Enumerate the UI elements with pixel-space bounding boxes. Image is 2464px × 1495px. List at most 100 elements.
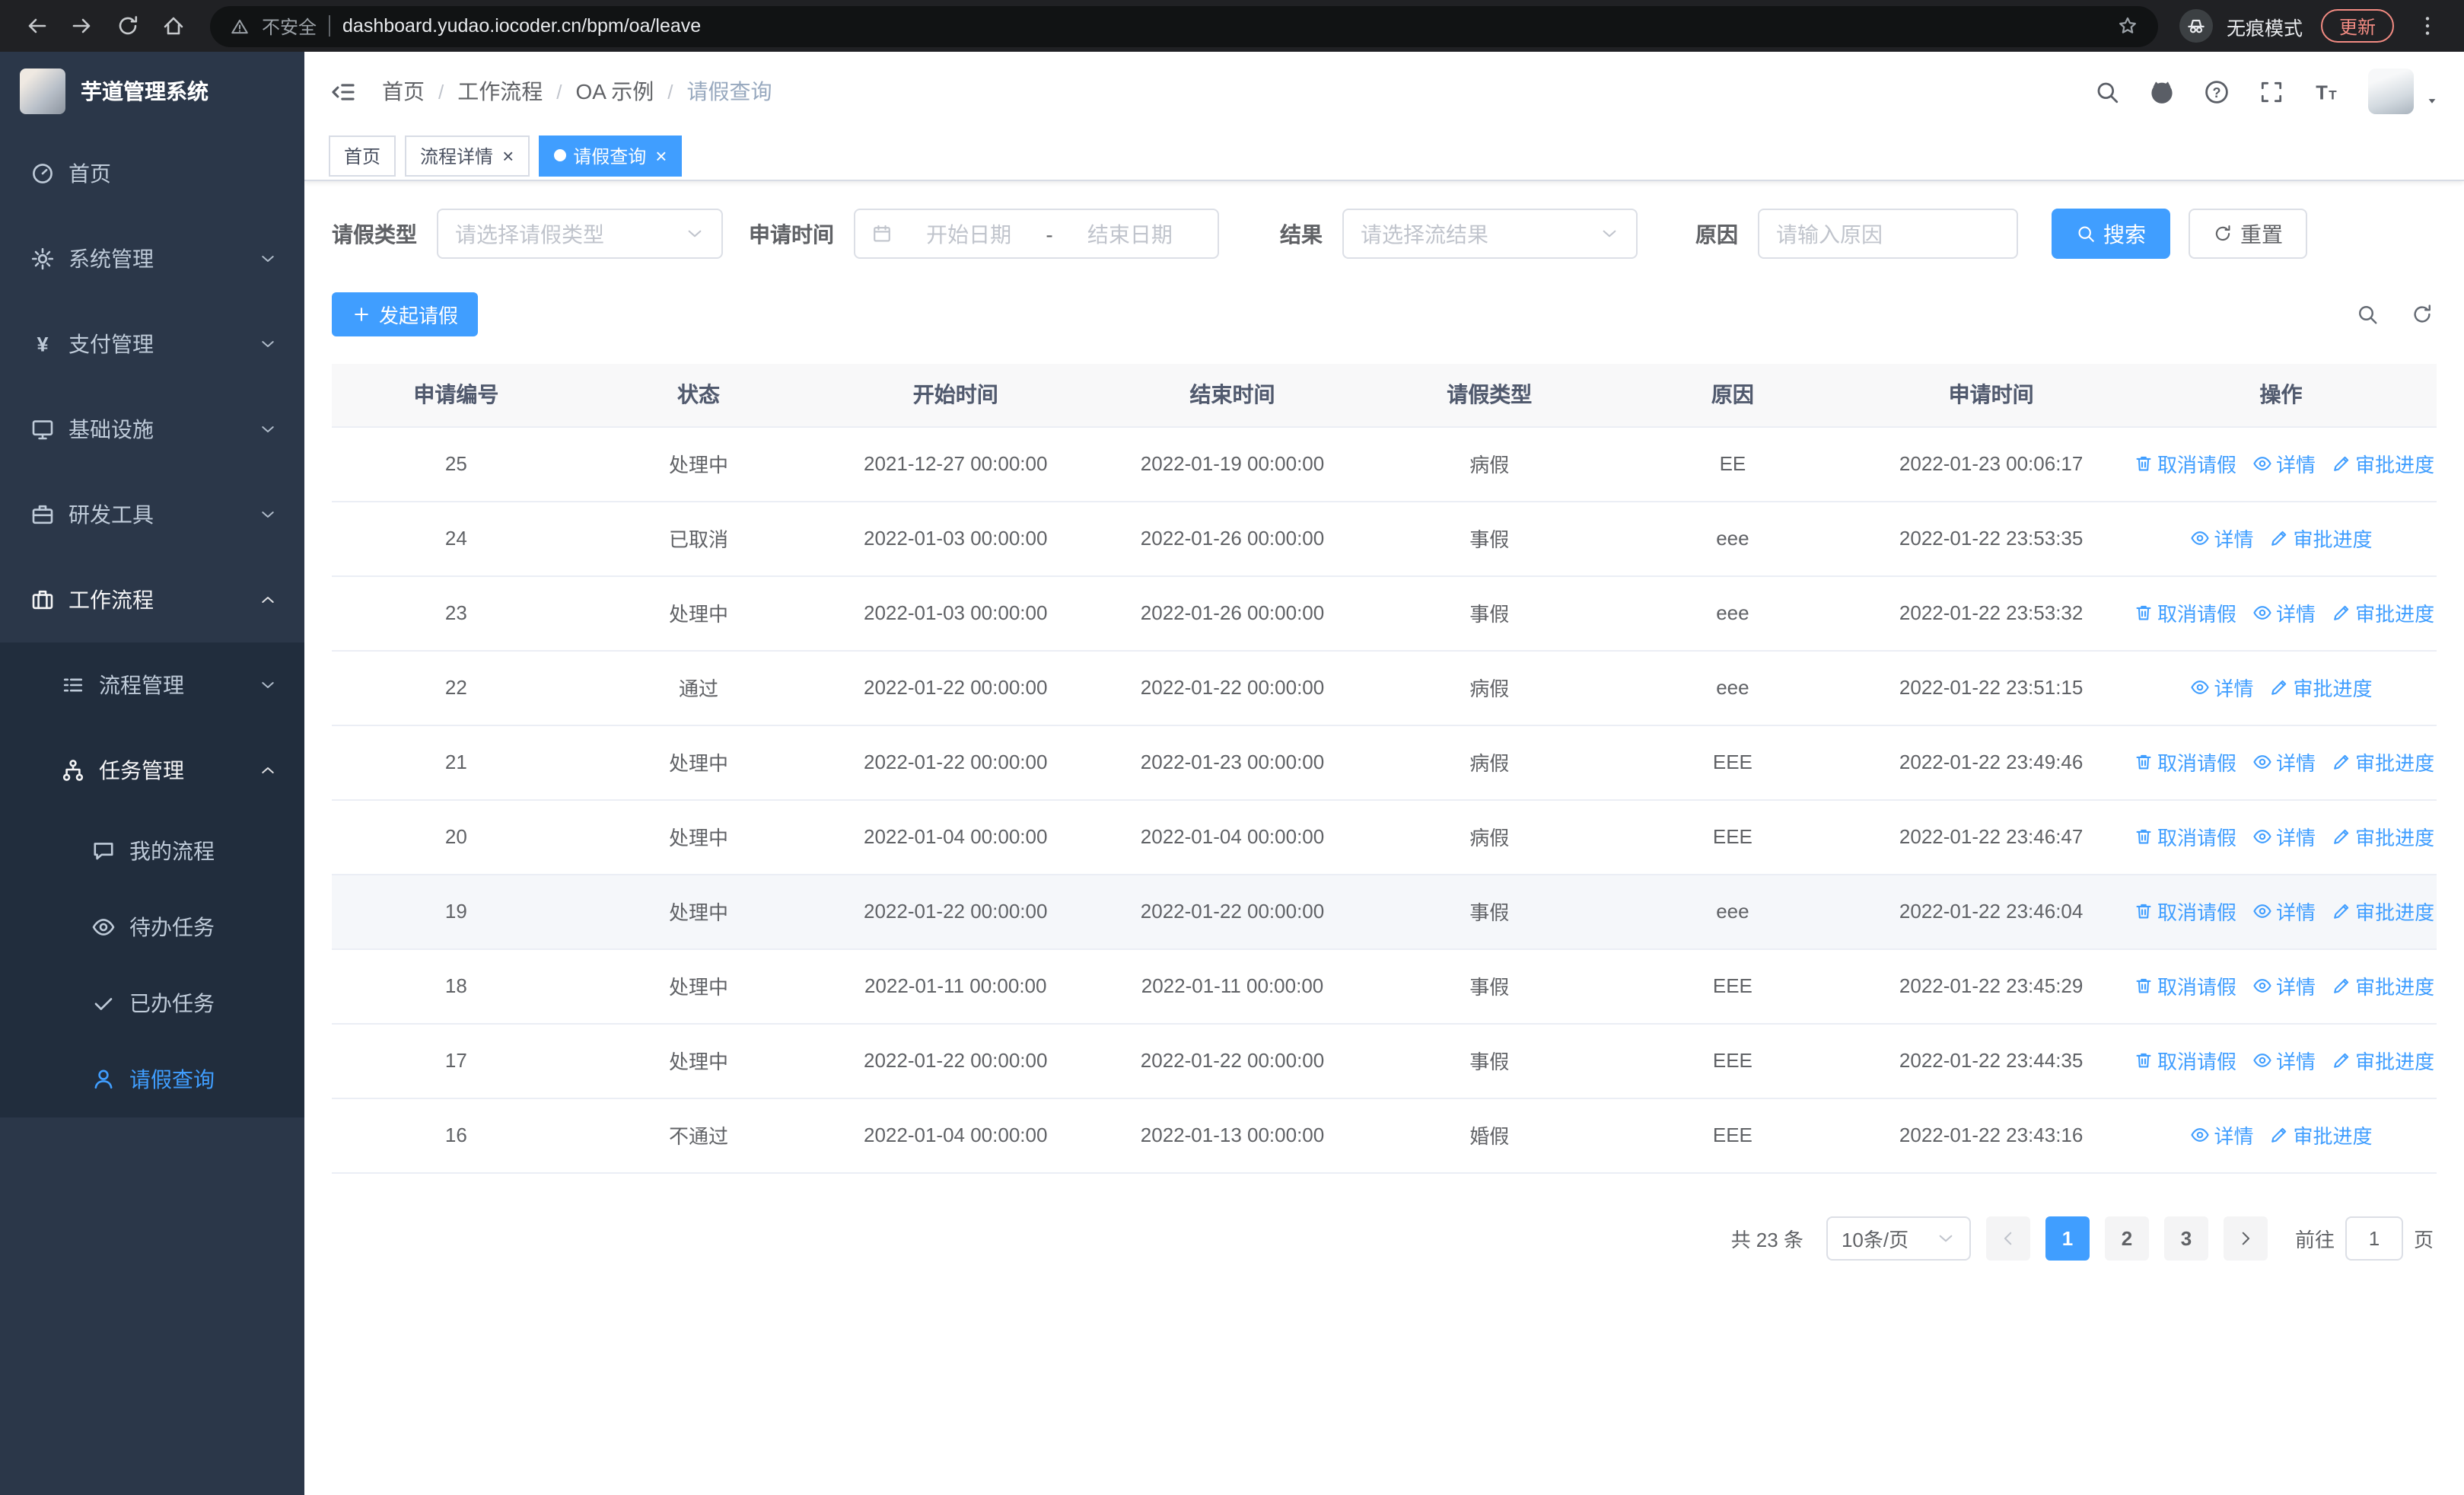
breadcrumb-item[interactable]: OA 示例 [576,76,654,107]
sidebar-item-已办任务[interactable]: 已办任务 [0,965,304,1041]
cell-status: 已取消 [580,501,817,576]
row-action-detail[interactable]: 详情 [2252,748,2316,776]
logo[interactable]: 芋道管理系统 [0,52,304,131]
font-size-icon[interactable]: TT [2313,78,2339,104]
row-action-detail[interactable]: 详情 [2252,449,2316,478]
table-row[interactable]: 24 已取消 2022-01-03 00:00:00 2022-01-26 00:00… [332,501,2437,576]
table-row[interactable]: 21 处理中 2022-01-22 00:00:00 2022-01-23 00:00… [332,725,2437,800]
chevron-down-icon [262,426,274,432]
search-button[interactable]: 搜索 [2052,209,2170,259]
breadcrumb-item[interactable]: 首页 [382,76,425,107]
row-action-progress[interactable]: 审批进度 [2331,748,2434,776]
table-row[interactable]: 20 处理中 2022-01-04 00:00:00 2022-01-04 00:00… [332,799,2437,875]
browser-update-button[interactable]: 更新 [2320,9,2394,43]
row-action-detail[interactable]: 详情 [2252,822,2316,851]
tab-close-icon[interactable]: × [655,144,667,167]
table-row[interactable]: 16 不通过 2022-01-04 00:00:00 2022-01-13 00:00… [332,1098,2437,1173]
page-number-button[interactable]: 2 [2104,1216,2149,1260]
row-action-detail[interactable]: 详情 [2189,524,2254,553]
sidebar-item-我的流程[interactable]: 我的流程 [0,813,304,889]
sidebar-item-工作流程[interactable]: 工作流程 [0,557,304,642]
row-action-progress[interactable]: 审批进度 [2269,1120,2373,1149]
sidebar-collapse-icon[interactable] [329,77,358,106]
table-row[interactable]: 22 通过 2022-01-22 00:00:00 2022-01-22 00:00:… [332,650,2437,725]
sidebar-item-系统管理[interactable]: 系统管理 [0,216,304,301]
row-action-cancel[interactable]: 取消请假 [2133,822,2236,851]
browser-reload-icon[interactable] [107,5,149,47]
sidebar-item-待办任务[interactable]: 待办任务 [0,889,304,965]
page-content: 请假类型 请选择请假类型 申请时间 开始日期 - 结束日期 结果 请选择流结果 … [304,181,2464,1495]
help-icon[interactable]: ? [2204,78,2230,104]
address-bar[interactable]: 不安全 dashboard.yudao.iocoder.cn/bpm/oa/le… [210,5,2158,46]
pen-icon [2271,531,2286,546]
browser-forward-icon[interactable] [61,5,103,47]
toggle-search-icon[interactable] [2356,303,2379,326]
browser-menu-icon[interactable] [2406,5,2449,47]
row-action-cancel[interactable]: 取消请假 [2133,897,2236,926]
row-action-cancel[interactable]: 取消请假 [2133,1046,2236,1075]
refresh-table-icon[interactable] [2411,303,2434,326]
bookmark-star-icon[interactable] [2117,15,2138,37]
row-action-detail[interactable]: 详情 [2252,897,2316,926]
tab-close-icon[interactable]: × [502,144,514,167]
table-row[interactable]: 18 处理中 2022-01-11 00:00:00 2022-01-11 00:00… [332,948,2437,1024]
tab-label: 请假查询 [573,145,647,167]
eye-icon [2190,1128,2209,1142]
row-action-progress[interactable]: 审批进度 [2331,598,2434,627]
page-number-button[interactable]: 1 [2045,1216,2090,1260]
leave-type-select[interactable]: 请选择请假类型 [437,209,723,259]
table-row[interactable]: 19 处理中 2022-01-22 00:00:00 2022-01-22 00:00… [332,874,2437,949]
sidebar-item-基础设施[interactable]: 基础设施 [0,387,304,472]
prev-page-button[interactable] [1985,1216,2030,1260]
cell-status: 处理中 [580,874,817,949]
table-row[interactable]: 23 处理中 2022-01-03 00:00:00 2022-01-26 00:00… [332,575,2437,651]
row-action-detail[interactable]: 详情 [2189,1120,2254,1149]
result-select[interactable]: 请选择流结果 [1342,209,1638,259]
tab-首页[interactable]: 首页 [329,135,396,176]
row-action-progress[interactable]: 审批进度 [2331,1046,2434,1075]
row-action-detail[interactable]: 详情 [2252,598,2316,627]
row-action-cancel[interactable]: 取消请假 [2133,449,2236,478]
cell-apply-time: 2022-01-22 23:53:35 [1857,501,2125,576]
reason-input[interactable] [1776,222,2000,246]
create-leave-button[interactable]: 发起请假 [332,292,479,336]
next-page-button[interactable] [2223,1216,2268,1260]
row-action-progress[interactable]: 审批进度 [2331,971,2434,1000]
sidebar-item-请假查询[interactable]: 请假查询 [0,1041,304,1117]
row-action-cancel[interactable]: 取消请假 [2133,748,2236,776]
github-icon[interactable] [2149,78,2175,104]
breadcrumb-item[interactable]: 工作流程 [457,76,543,107]
page-number-button[interactable]: 3 [2163,1216,2208,1260]
table-row[interactable]: 17 处理中 2022-01-22 00:00:00 2022-01-22 00:00… [332,1023,2437,1098]
fullscreen-icon[interactable] [2259,78,2284,104]
goto-label: 前往 [2294,1228,2335,1251]
search-icon[interactable] [2094,78,2120,104]
row-action-cancel[interactable]: 取消请假 [2133,971,2236,1000]
user-avatar[interactable] [2368,69,2414,114]
apply-time-range-picker[interactable]: 开始日期 - 结束日期 [854,209,1219,259]
row-action-progress[interactable]: 审批进度 [2331,897,2434,926]
cell-reason: eee [1608,874,1858,949]
row-action-progress[interactable]: 审批进度 [2269,673,2373,702]
row-action-detail[interactable]: 详情 [2252,1046,2316,1075]
row-action-cancel[interactable]: 取消请假 [2133,598,2236,627]
row-action-detail[interactable]: 详情 [2189,673,2254,702]
row-action-progress[interactable]: 审批进度 [2331,449,2434,478]
goto-page-input[interactable] [2345,1216,2403,1260]
reset-button[interactable]: 重置 [2189,209,2307,259]
browser-home-icon[interactable] [152,5,195,47]
sidebar-item-首页[interactable]: 首页 [0,131,304,216]
row-action-progress[interactable]: 审批进度 [2331,822,2434,851]
row-action-progress[interactable]: 审批进度 [2269,524,2373,553]
sidebar-item-支付管理[interactable]: ¥ 支付管理 [0,301,304,387]
sidebar-item-研发工具[interactable]: 研发工具 [0,472,304,557]
browser-back-icon[interactable] [15,5,58,47]
sidebar-item-流程管理[interactable]: 流程管理 [0,642,304,728]
tab-流程详情[interactable]: 流程详情 × [405,135,530,176]
sidebar-item-任务管理[interactable]: 任务管理 [0,728,304,813]
table-row[interactable]: 25 处理中 2021-12-27 00:00:00 2022-01-19 00:00… [332,426,2437,502]
avatar-caret-icon[interactable] [2424,93,2440,108]
tab-请假查询[interactable]: 请假查询 × [538,135,683,176]
row-action-detail[interactable]: 详情 [2252,971,2316,1000]
page-size-select[interactable]: 10条/页 [1826,1216,1971,1260]
